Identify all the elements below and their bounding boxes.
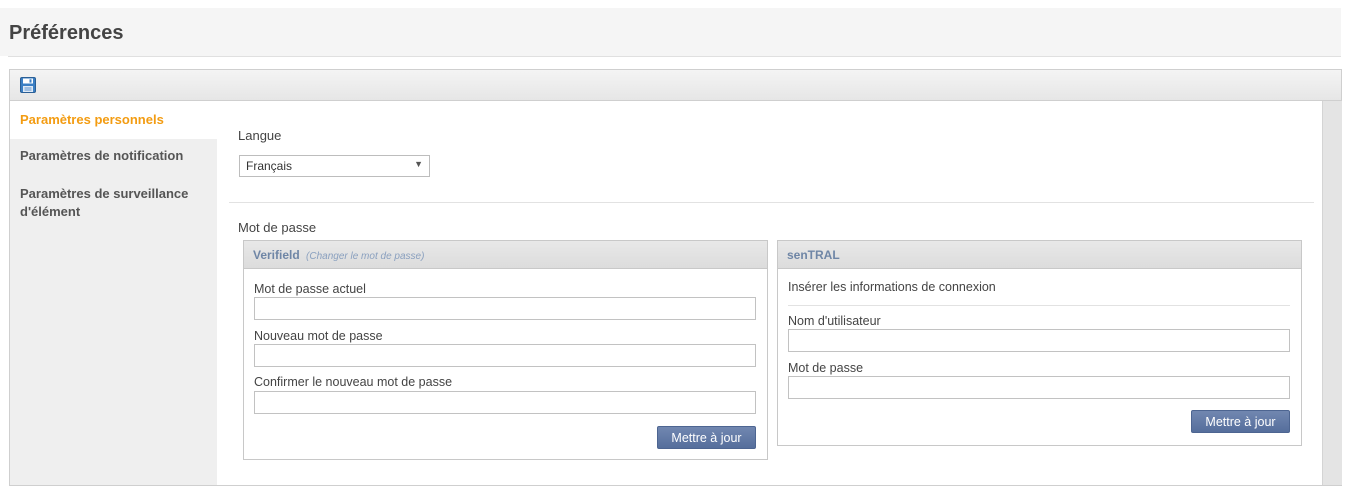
sidebar-item-element-monitoring-settings[interactable]: Paramètres de surveillance d'élément xyxy=(10,185,217,221)
sentral-info-divider xyxy=(788,305,1290,306)
sidebar-item-personal-settings[interactable]: Paramètres personnels xyxy=(10,101,217,139)
change-password-subtitle: (Changer le mot de passe) xyxy=(306,251,425,262)
verifield-password-box: Verifield (Changer le mot de passe) Mot … xyxy=(243,240,768,460)
username-label: Nom d'utilisateur xyxy=(788,314,881,328)
language-select[interactable]: Français ▼ xyxy=(239,155,430,177)
page-title: Préférences xyxy=(9,22,124,44)
current-password-label: Mot de passe actuel xyxy=(254,282,366,296)
header-divider xyxy=(8,56,1341,57)
sentral-password-label: Mot de passe xyxy=(788,361,864,375)
sidebar-item-notification-settings[interactable]: Paramètres de notification xyxy=(10,147,217,165)
sidebar-item-label: Paramètres de notification xyxy=(20,148,184,163)
password-section-label: Mot de passe xyxy=(238,220,317,235)
confirm-password-label: Confirmer le nouveau mot de passe xyxy=(254,375,453,389)
new-password-label: Nouveau mot de passe xyxy=(254,329,383,343)
confirm-password-input[interactable] xyxy=(254,391,756,414)
verifield-box-header: Verifield (Changer le mot de passe) xyxy=(244,241,767,269)
verifield-title: Verifield xyxy=(253,248,300,262)
language-label: Langue xyxy=(238,128,282,143)
language-selected-value: Français xyxy=(246,159,293,173)
verifield-update-button[interactable]: Mettre à jour xyxy=(657,426,756,449)
section-divider xyxy=(229,202,1314,203)
vertical-scrollbar[interactable] xyxy=(1322,101,1342,485)
sentral-update-button[interactable]: Mettre à jour xyxy=(1191,410,1290,433)
sidebar-item-label: Paramètres de surveillance d'élément xyxy=(20,186,189,219)
sentral-login-box: senTRAL Insérer les informations de conn… xyxy=(777,240,1302,446)
page-header: Préférences xyxy=(0,8,1341,56)
sentral-box-header: senTRAL xyxy=(778,241,1301,269)
username-input[interactable] xyxy=(788,329,1290,352)
dropdown-arrow-icon: ▼ xyxy=(414,159,423,169)
save-icon[interactable] xyxy=(20,77,36,93)
verifield-box-title: Verifield (Changer le mot de passe) xyxy=(253,248,424,262)
settings-sidebar: Paramètres personnels Paramètres de noti… xyxy=(10,101,217,485)
sidebar-item-label: Paramètres personnels xyxy=(20,112,164,127)
sentral-title: senTRAL xyxy=(787,248,840,262)
sentral-password-input[interactable] xyxy=(788,376,1290,399)
new-password-input[interactable] xyxy=(254,344,756,367)
current-password-input[interactable] xyxy=(254,297,756,320)
toolbar xyxy=(10,70,1341,101)
sentral-info-text: Insérer les informations de connexion xyxy=(788,280,996,294)
